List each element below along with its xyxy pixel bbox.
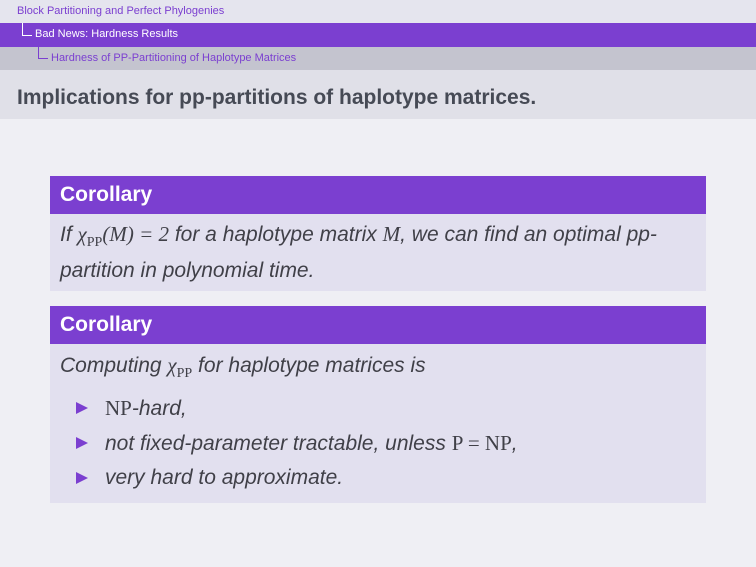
tree-connector-icon: [22, 23, 32, 36]
chi-symbol: χ: [77, 222, 87, 246]
corollary-intro: Computing χPP for haplotype matrices is: [60, 353, 426, 382]
corollary-block-2: Corollary Computing χPP for haplotype ma…: [50, 306, 706, 504]
math-expression: (M) = 2: [102, 222, 169, 246]
corollary-heading: Corollary: [50, 306, 706, 344]
corollary-body: Computing χPP for haplotype matrices is …: [50, 344, 706, 504]
corollary-block-1: Corollary If χPP(M) = 2 for a haplotype …: [50, 176, 706, 292]
breadcrumb-level-3[interactable]: Hardness of PP-Partitioning of Haplotype…: [0, 47, 756, 70]
triangle-bullet-icon: [76, 472, 88, 485]
corollary-heading: Corollary: [50, 176, 706, 214]
tree-connector-icon: [38, 47, 48, 59]
list-item: not fixed-parameter tractable, unless P …: [60, 426, 696, 461]
matrix-symbol: M: [382, 222, 401, 246]
corollary-body: If χPP(M) = 2 for a haplotype matrix M, …: [50, 214, 706, 292]
list-item: NP-hard,: [60, 391, 696, 426]
triangle-bullet-icon: [76, 437, 88, 450]
chi-subscript: PP: [176, 366, 193, 382]
frame-title: Implications for pp-partitions of haplot…: [17, 86, 537, 109]
chi-subscript: PP: [86, 235, 103, 251]
chi-symbol: χ: [167, 353, 177, 377]
corollary-list: NP-hard, not fixed-parameter tractable, …: [60, 391, 696, 495]
breadcrumb-section: Block Partitioning and Perfect Phylogeni…: [17, 5, 225, 17]
frame-title-bar: Implications for pp-partitions of haplot…: [0, 70, 756, 119]
list-item: very hard to approximate.: [60, 461, 696, 495]
breadcrumb-level-2[interactable]: Bad News: Hardness Results: [0, 23, 756, 47]
breadcrumb-level-1[interactable]: Block Partitioning and Perfect Phylogeni…: [0, 0, 756, 23]
breadcrumb-subsection: Bad News: Hardness Results: [35, 28, 179, 40]
triangle-bullet-icon: [76, 402, 88, 415]
breadcrumb-subsubsection: Hardness of PP-Partitioning of Haplotype…: [51, 52, 297, 64]
